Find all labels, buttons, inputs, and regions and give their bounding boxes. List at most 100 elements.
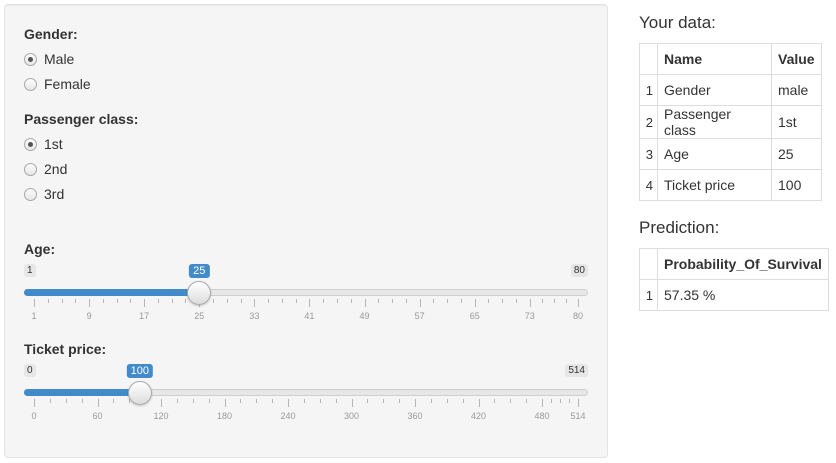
name-header: Name [657, 43, 772, 75]
prediction-table: Probability_Of_Survival 1 57.35 % [639, 248, 829, 311]
ticket_price-major-tick [351, 399, 353, 407]
class-option-1st: 1st [44, 136, 63, 152]
ticket_price-minor-tick [240, 399, 242, 403]
age-tick-label: 17 [139, 311, 150, 321]
age-minor-tick [75, 299, 77, 303]
ticket_price-tick-label: 0 [31, 411, 37, 421]
gender-radio-female[interactable]: Female [24, 76, 91, 92]
ticket_price-minor-tick [113, 399, 115, 403]
age-minor-tick [295, 299, 297, 303]
age-minor-tick [61, 299, 63, 303]
ticket_price-minor-tick [49, 399, 51, 403]
ticket_price-minor-tick [256, 399, 258, 403]
table-row: 2 Passenger class 1st [639, 105, 822, 139]
price-slider-fill [24, 389, 140, 396]
row-index: 1 [639, 279, 658, 311]
ticket_price-minor-tick [383, 399, 385, 403]
age-tick-label: 57 [414, 311, 425, 321]
age-max-label: 80 [570, 264, 588, 277]
age-tick-label: 73 [524, 311, 535, 321]
ticket_price-major-tick [478, 399, 480, 407]
your-data-table: Name Value 1 Gender male 2 Passenger cla… [639, 43, 822, 201]
age-minor-tick [433, 299, 435, 303]
radio-checked-icon[interactable] [24, 137, 37, 151]
age-minor-tick [502, 299, 504, 303]
age-minor-tick [378, 299, 380, 303]
ticket_price-minor-tick [335, 399, 337, 403]
price-slider-ticks [24, 399, 588, 409]
ticket_price-major-tick [34, 399, 35, 407]
probability-value: 57.35 % [657, 279, 829, 311]
value-header: Value [771, 43, 822, 75]
class-radio-1st[interactable]: 1st [24, 136, 63, 152]
age-minor-tick [185, 299, 187, 303]
age-minor-tick [226, 299, 228, 303]
age-minor-tick [392, 299, 394, 303]
ticket_price-tick-label: 120 [153, 411, 169, 421]
class-radio-3rd[interactable]: 3rd [24, 186, 64, 202]
age-minor-tick [323, 299, 325, 303]
class-radio-2nd[interactable]: 2nd [24, 161, 67, 177]
row-index: 2 [639, 105, 658, 139]
ticket_price-minor-tick [569, 399, 570, 403]
age-tick-label: 1 [31, 311, 37, 321]
gender-label: Gender: [24, 26, 78, 42]
ticket_price-minor-tick [399, 399, 401, 403]
age-slider-handle[interactable] [187, 281, 212, 305]
age-minor-tick [130, 299, 132, 303]
radio-unchecked-icon[interactable] [24, 77, 37, 91]
row-index: 3 [639, 138, 658, 170]
ticket_price-minor-tick [65, 399, 67, 403]
table-row: 3 Age 25 [639, 138, 822, 170]
gender-option-male: Male [44, 51, 75, 67]
ticket_price-tick-label: 300 [343, 411, 360, 421]
age-major-tick [254, 299, 256, 307]
ticket_price-major-tick [97, 399, 99, 407]
age-minor-tick [350, 299, 352, 303]
age-minor-tick [157, 299, 159, 303]
radio-unchecked-icon[interactable] [24, 187, 37, 201]
ticket_price-tick-label: 420 [470, 411, 487, 421]
ticket_price-minor-tick [208, 399, 210, 403]
probability-header: Probability_Of_Survival [657, 248, 829, 280]
age-major-tick [419, 299, 421, 307]
radio-checked-icon[interactable] [24, 52, 37, 66]
age-minor-tick [541, 299, 543, 303]
age-tick-label: 25 [194, 311, 205, 321]
ticket_price-tick-label: 240 [280, 411, 296, 421]
ticket_price-tick-label: 60 [92, 411, 103, 421]
age-major-tick [89, 299, 91, 307]
age-minor-tick [336, 299, 338, 303]
age-minor-tick [268, 299, 270, 303]
class-option-2nd: 2nd [44, 161, 68, 177]
radio-unchecked-icon[interactable] [24, 162, 37, 176]
age-min-label: 1 [24, 264, 36, 277]
table-row: 4 Ticket price 100 [639, 169, 822, 201]
price-min-label: 0 [24, 364, 36, 377]
age-minor-tick [171, 299, 173, 303]
age-slider-fill [24, 289, 200, 296]
table-header-row: Probability_Of_Survival [639, 248, 829, 280]
row-name: Passenger class [657, 105, 772, 139]
ticket_price-minor-tick [192, 399, 194, 403]
table-row: 1 57.35 % [639, 279, 829, 311]
table-header-row: Name Value [639, 43, 822, 75]
age-minor-tick [240, 299, 242, 303]
price-slider-handle[interactable] [127, 381, 152, 405]
ticket_price-minor-tick [176, 399, 178, 403]
row-index: 4 [639, 169, 658, 201]
price-max-label: 514 [565, 364, 588, 377]
ticket_price-minor-tick [319, 399, 321, 403]
gender-radio-male[interactable]: Male [24, 51, 74, 67]
ticket_price-major-tick [224, 399, 226, 407]
age-tick-label: 41 [304, 311, 315, 321]
age-minor-tick [116, 299, 118, 303]
row-value: male [771, 74, 822, 106]
age-value-label: 25 [189, 264, 210, 278]
index-header [639, 43, 658, 75]
ticket_price-major-tick [161, 399, 162, 407]
age-major-tick [144, 299, 146, 307]
ticket-price-label: Ticket price: [24, 341, 107, 357]
age-tick-label: 33 [249, 311, 260, 321]
ticket_price-minor-tick [551, 399, 552, 403]
